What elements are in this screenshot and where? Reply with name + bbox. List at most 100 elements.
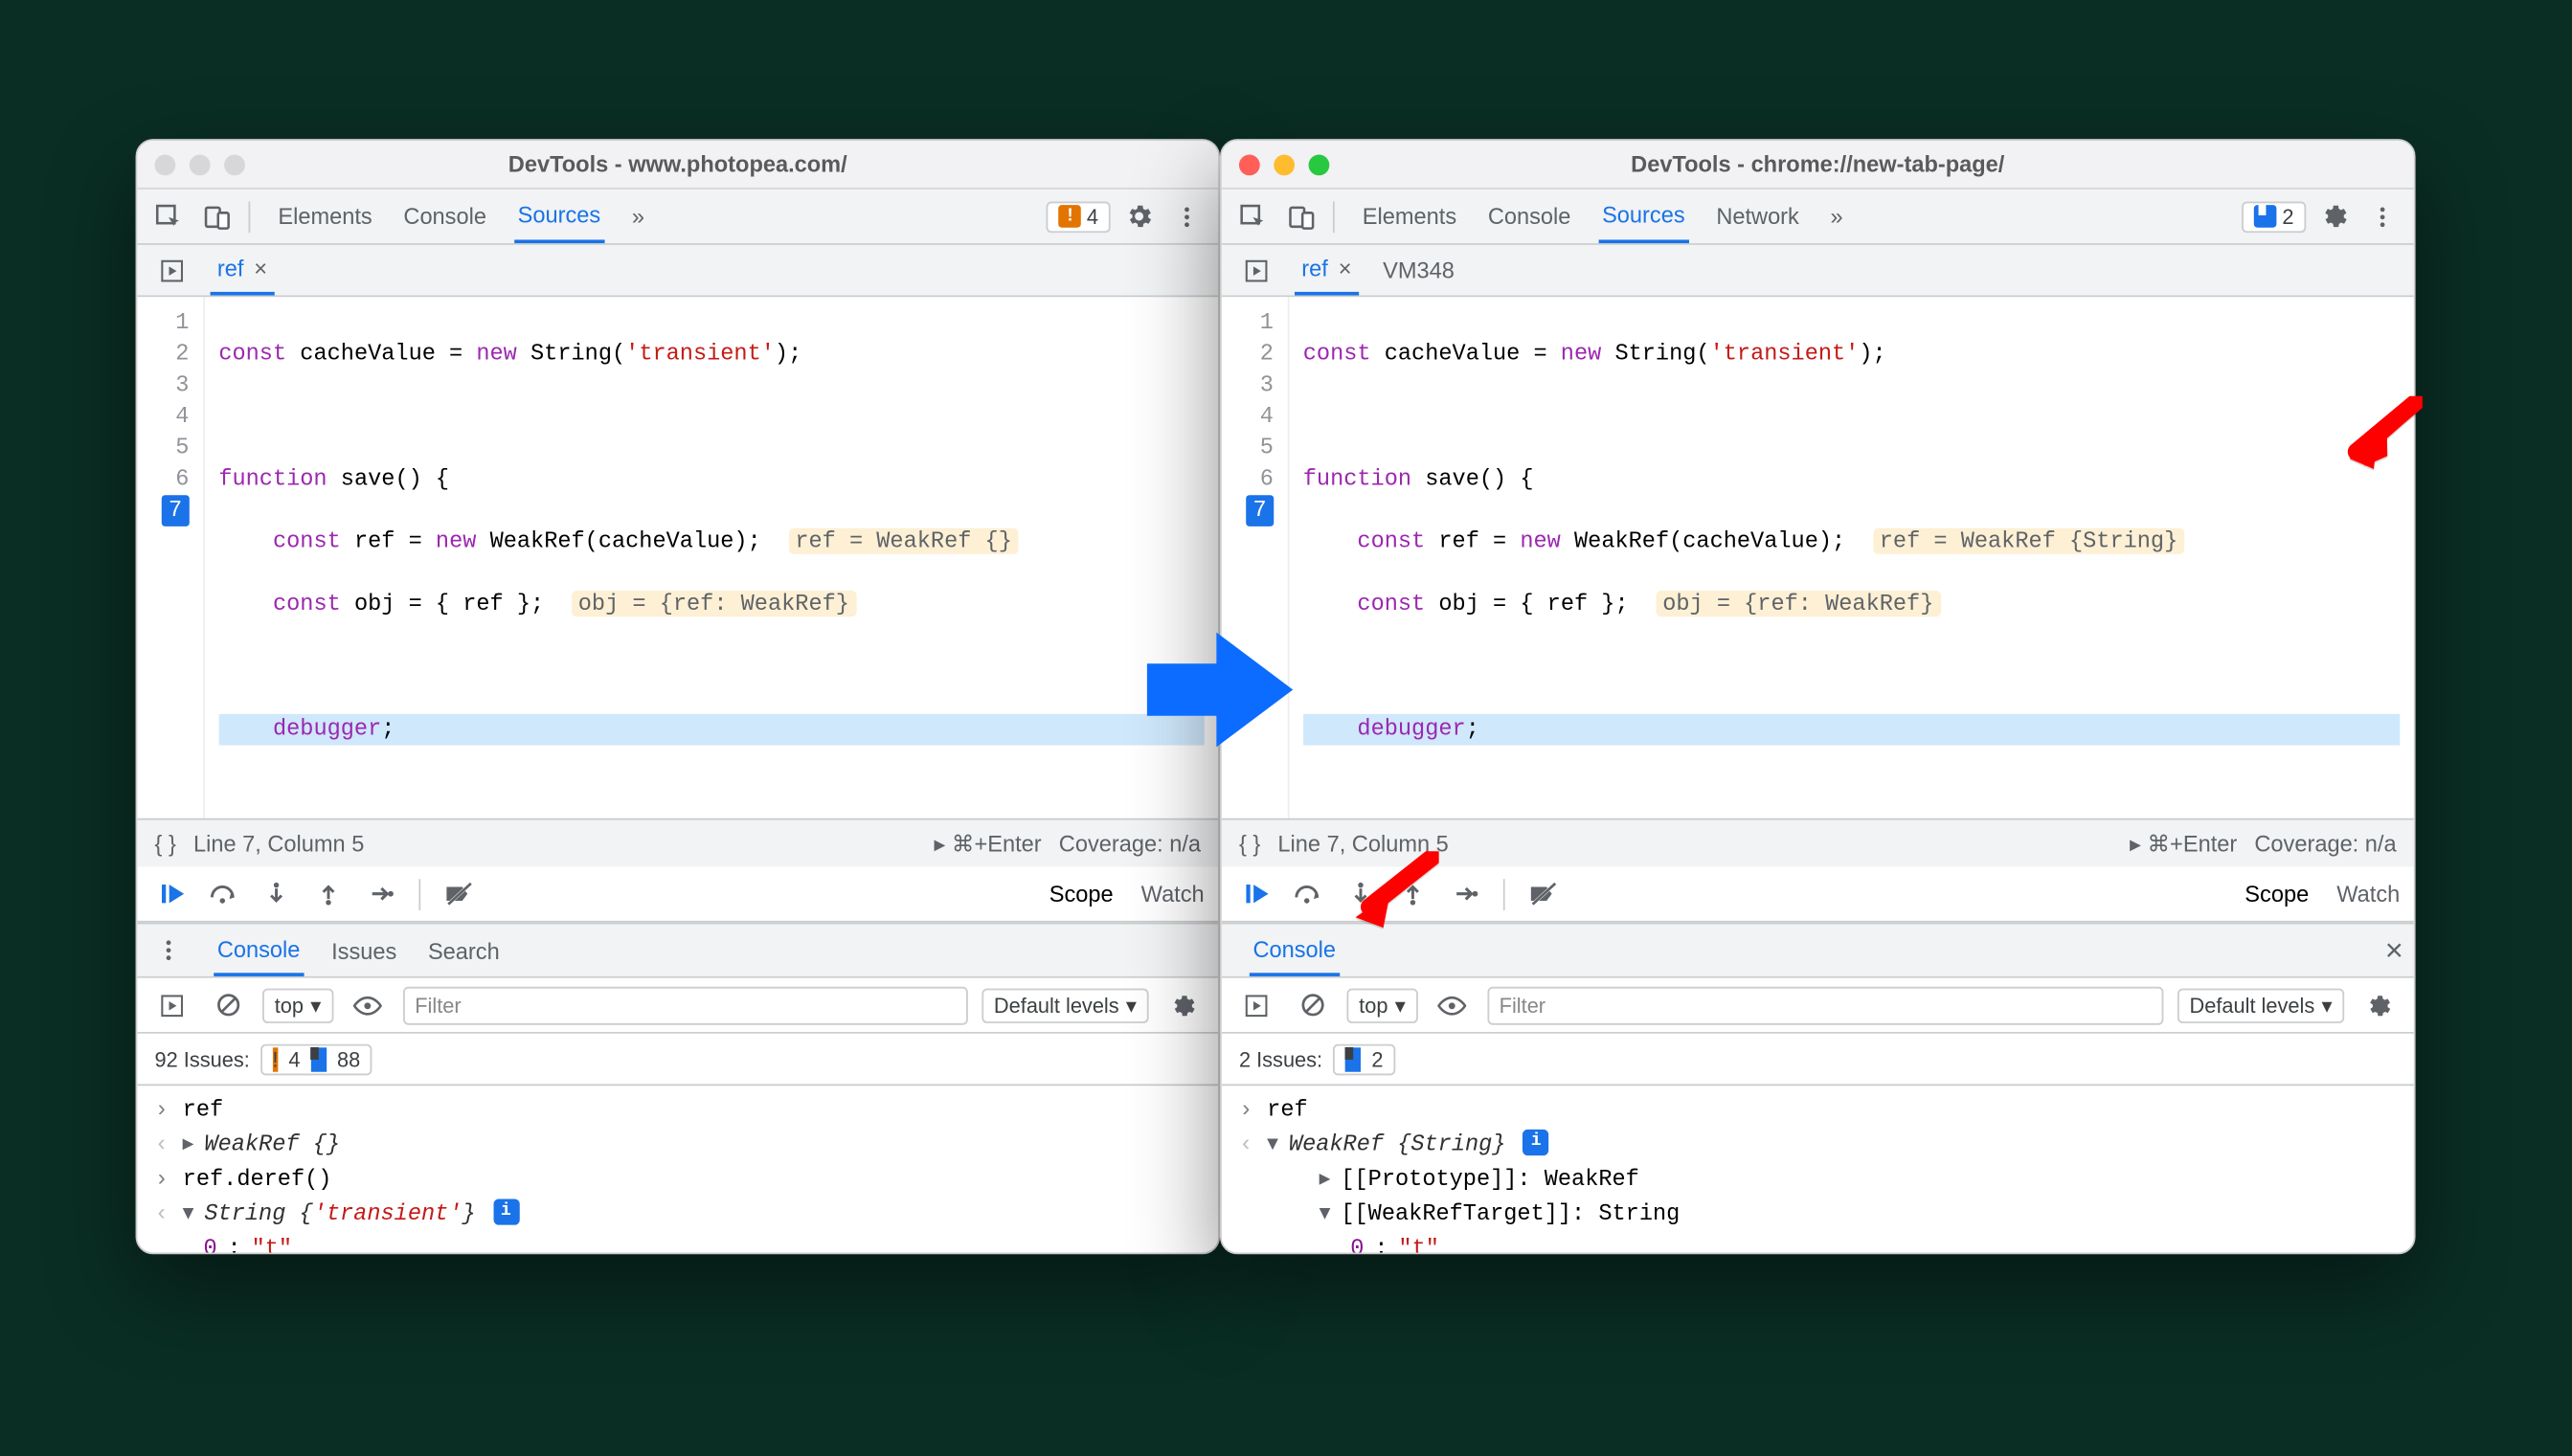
drawer-tabbar: Console Issues Search <box>137 923 1218 978</box>
step-out-icon[interactable] <box>307 873 350 915</box>
issues-chip[interactable]: ▘2 <box>1333 1043 1395 1075</box>
tabs-more[interactable]: » <box>1827 190 1846 243</box>
collapse-icon[interactable]: ▾ <box>183 1198 194 1230</box>
console-output[interactable]: WeakRef {} <box>204 1130 340 1161</box>
play-icon[interactable] <box>151 984 193 1026</box>
tab-sources[interactable]: Sources <box>1598 190 1688 243</box>
step-over-icon[interactable] <box>203 873 245 915</box>
collapse-icon[interactable]: ▾ <box>1319 1198 1330 1230</box>
scope-tab[interactable]: Scope <box>1049 881 1114 907</box>
code-editor[interactable]: 123456 7 const cacheValue = new String('… <box>137 297 1218 818</box>
resume-icon[interactable] <box>151 873 193 915</box>
gear-icon[interactable] <box>2313 195 2355 237</box>
inspect-icon[interactable] <box>147 195 190 237</box>
play-icon[interactable] <box>1235 984 1277 1026</box>
braces-icon[interactable]: { } <box>1239 830 1260 856</box>
expand-icon[interactable]: ▸ <box>183 1130 194 1161</box>
clear-icon[interactable] <box>1291 984 1333 1026</box>
deactivate-breakpoints-icon[interactable] <box>438 873 480 915</box>
drawer-tab-issues[interactable]: Issues <box>327 924 399 975</box>
console-toolbar: top▾ Filter Default levels▾ <box>137 978 1218 1034</box>
debugger-controls: Scope Watch <box>137 867 1218 923</box>
code-area[interactable]: const cacheValue = new String('transient… <box>1289 297 2414 818</box>
step-icon[interactable] <box>1444 873 1486 915</box>
run-shortcut[interactable]: ▸ ⌘+Enter <box>2130 830 2237 858</box>
gear-icon[interactable] <box>1162 984 1205 1026</box>
output-chevron-icon: ‹ <box>155 1198 172 1230</box>
device-icon[interactable] <box>1281 195 1323 237</box>
kebab-icon[interactable] <box>147 930 190 972</box>
titlebar: DevTools - chrome://new-tab-page/ <box>1222 141 2414 190</box>
file-tab-label: ref <box>217 256 244 281</box>
watch-tab[interactable]: Watch <box>1141 881 1205 907</box>
code-area[interactable]: const cacheValue = new String('transient… <box>205 297 1218 818</box>
console-input: ref.deref() <box>183 1164 332 1196</box>
code-editor[interactable]: 123456 7 const cacheValue = new String('… <box>1222 297 2414 818</box>
collapse-icon[interactable]: ▾ <box>1267 1130 1278 1161</box>
context-selector[interactable]: top▾ <box>1346 988 1417 1022</box>
file-tab-ref[interactable]: ref × <box>211 245 275 296</box>
gear-icon[interactable] <box>2358 984 2401 1026</box>
property-row[interactable]: ▸[[Prototype]]: WeakRef <box>1222 1162 2414 1197</box>
close-icon[interactable]: × <box>2385 932 2403 969</box>
braces-icon[interactable]: { } <box>155 830 176 856</box>
step-over-icon[interactable] <box>1288 873 1330 915</box>
console-body[interactable]: ›ref ‹▸WeakRef {} ›ref.deref() ‹▾String … <box>137 1086 1218 1252</box>
close-icon[interactable]: × <box>254 256 267 281</box>
tabs-more[interactable]: » <box>628 190 647 243</box>
divider <box>249 201 251 233</box>
console-body[interactable]: ›ref ‹▾WeakRef {String}i ▸[[Prototype]]:… <box>1222 1086 2414 1252</box>
warning-icon: ! <box>272 1046 278 1070</box>
info-icon[interactable]: i <box>493 1198 519 1224</box>
context-selector[interactable]: top▾ <box>262 988 333 1022</box>
tab-console[interactable]: Console <box>400 190 490 243</box>
output-chevron-icon: ‹ <box>1239 1130 1256 1161</box>
step-icon[interactable] <box>360 873 402 915</box>
kebab-icon[interactable] <box>2361 195 2403 237</box>
resume-icon[interactable] <box>1235 873 1277 915</box>
log-levels[interactable]: Default levels▾ <box>981 988 1148 1022</box>
play-icon[interactable] <box>1235 249 1277 291</box>
kebab-icon[interactable] <box>1166 195 1208 237</box>
device-icon[interactable] <box>196 195 238 237</box>
file-tab-ref[interactable]: ref × <box>1295 245 1359 296</box>
console-output[interactable]: String {'transient'} <box>204 1198 475 1230</box>
inline-hint: obj = {ref: WeakRef} <box>1656 591 1941 616</box>
tab-elements[interactable]: Elements <box>1359 190 1460 243</box>
issues-badge[interactable]: ▘ 2 <box>2243 201 2307 233</box>
eye-icon[interactable] <box>1432 984 1474 1026</box>
property-row[interactable]: 0: "t" <box>137 1232 1218 1253</box>
issues-chip[interactable]: !4 ▘88 <box>260 1043 372 1075</box>
close-icon[interactable]: × <box>1339 256 1352 281</box>
filter-input[interactable]: Filter <box>1487 986 2163 1024</box>
tab-sources[interactable]: Sources <box>514 190 604 243</box>
info-icon: ▘ <box>1345 1046 1362 1070</box>
run-shortcut[interactable]: ▸ ⌘+Enter <box>934 830 1041 858</box>
drawer-tab-console[interactable]: Console <box>214 924 304 975</box>
property-row[interactable]: ▾[[WeakRefTarget]]: String <box>1222 1197 2414 1231</box>
eye-icon[interactable] <box>347 984 389 1026</box>
log-levels[interactable]: Default levels▾ <box>2177 988 2344 1022</box>
gear-icon[interactable] <box>1117 195 1160 237</box>
info-icon[interactable]: i <box>1523 1130 1548 1155</box>
watch-tab[interactable]: Watch <box>2336 881 2400 907</box>
tab-console[interactable]: Console <box>1484 190 1574 243</box>
tab-elements[interactable]: Elements <box>275 190 376 243</box>
play-icon[interactable] <box>151 249 193 291</box>
coverage-label: Coverage: n/a <box>2254 830 2396 856</box>
inspect-icon[interactable] <box>1232 195 1275 237</box>
property-row[interactable]: 0: "t" <box>1222 1232 2414 1253</box>
clear-icon[interactable] <box>207 984 249 1026</box>
scope-tab[interactable]: Scope <box>2245 881 2309 907</box>
drawer-tab-console[interactable]: Console <box>1250 924 1340 975</box>
file-tab-vm[interactable]: VM348 <box>1376 245 1461 296</box>
console-output[interactable]: WeakRef {String} <box>1289 1130 1506 1161</box>
issues-badge[interactable]: ! 4 <box>1047 201 1111 233</box>
step-into-icon[interactable] <box>256 873 298 915</box>
filter-input[interactable]: Filter <box>403 986 968 1024</box>
drawer-tab-search[interactable]: Search <box>424 924 503 975</box>
tab-network[interactable]: Network <box>1713 190 1803 243</box>
input-chevron-icon: › <box>1239 1094 1256 1126</box>
expand-icon[interactable]: ▸ <box>1319 1164 1330 1196</box>
deactivate-breakpoints-icon[interactable] <box>1523 873 1565 915</box>
